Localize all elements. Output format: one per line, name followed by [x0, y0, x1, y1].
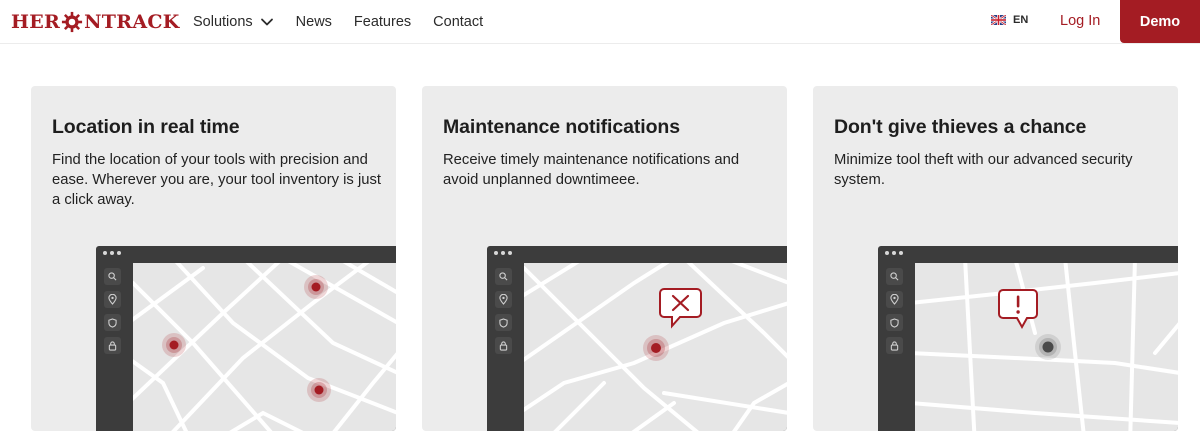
- herontrack-logo[interactable]: HER NTRACK: [11, 10, 180, 34]
- feature-card-maintenance: Maintenance notifications Receive timely…: [422, 86, 787, 431]
- main-nav: Solutions News Features Contact: [193, 0, 505, 44]
- maintenance-notification-bubble[interactable]: [659, 288, 702, 329]
- nav-features[interactable]: Features: [354, 14, 411, 30]
- pins-layer: [998, 289, 1061, 360]
- uk-flag-icon: [991, 15, 1006, 25]
- location-pin-marker[interactable]: [162, 333, 186, 357]
- exclamation-icon: [1016, 295, 1020, 314]
- pins-layer: [162, 275, 331, 402]
- theft-alert-bubble[interactable]: [998, 289, 1038, 330]
- logo-text-right: NTRACK: [84, 11, 180, 33]
- logo-text-left: HER: [11, 11, 61, 33]
- tool-pin-marker[interactable]: [1035, 334, 1061, 360]
- gear-icon: [62, 11, 83, 33]
- language-label: EN: [1013, 14, 1029, 26]
- chevron-down-icon: [260, 18, 273, 26]
- language-selector[interactable]: EN: [991, 14, 1028, 26]
- location-pin-marker[interactable]: [643, 335, 669, 361]
- nav-solutions[interactable]: Solutions: [193, 14, 274, 30]
- feature-card-location: Location in real time Find the location …: [31, 86, 396, 431]
- location-pin-marker[interactable]: [304, 275, 328, 299]
- demo-button[interactable]: Demo: [1120, 0, 1200, 43]
- login-link[interactable]: Log In: [1060, 13, 1100, 29]
- nav-solutions-label: Solutions: [193, 14, 253, 30]
- nav-news[interactable]: News: [296, 14, 332, 30]
- feature-card-security: Don't give thieves a chance Minimize too…: [813, 86, 1178, 431]
- pins-layer: [643, 288, 702, 361]
- site-header: HER NTRACK Solutions News Features Conta…: [0, 0, 1200, 44]
- nav-contact[interactable]: Contact: [433, 14, 483, 30]
- location-pin-marker[interactable]: [307, 378, 331, 402]
